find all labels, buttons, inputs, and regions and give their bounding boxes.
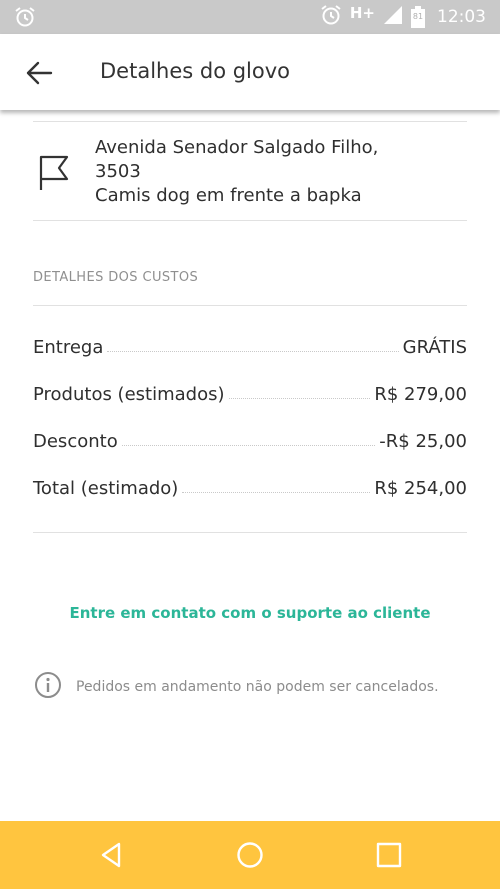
- notice-text: Pedidos em andamento não podem ser cance…: [76, 679, 439, 695]
- home-circle-icon[interactable]: [234, 839, 266, 871]
- cost-value: GRÁTIS: [402, 337, 467, 358]
- cancel-notice: Pedidos em andamento não podem ser cance…: [34, 671, 439, 703]
- divider: [33, 305, 467, 306]
- flag-icon: [38, 155, 70, 195]
- contact-support-link[interactable]: Entre em contato com o suporte ao client…: [0, 604, 500, 622]
- cost-value: -R$ 25,00: [379, 431, 467, 452]
- dot-leader: [121, 445, 376, 446]
- cost-label: Produtos (estimados): [33, 384, 225, 405]
- alarm-clock-icon: [14, 6, 36, 32]
- dot-leader: [182, 492, 371, 493]
- section-label-costs: DETALHES DOS CUSTOS: [33, 270, 199, 285]
- cost-label: Entrega: [33, 337, 104, 358]
- cost-row-total: Total (estimado) R$ 254,00: [33, 471, 467, 499]
- address-line-1: Avenida Senador Salgado Filho,: [95, 137, 379, 158]
- status-bar: H+ 81 12:03: [0, 0, 500, 34]
- dot-leader: [107, 351, 399, 352]
- address-text: Avenida Senador Salgado Filho, 3503 Cami…: [95, 136, 465, 208]
- app-bar: Detalhes do glovo: [0, 34, 500, 110]
- cost-value: R$ 254,00: [374, 478, 467, 499]
- signal-icon: [383, 5, 403, 30]
- page-title: Detalhes do glovo: [100, 59, 291, 83]
- address-line-2: 3503: [95, 161, 141, 182]
- divider: [33, 220, 467, 221]
- info-icon: [34, 671, 62, 703]
- status-icons: H+ 81 12:03: [320, 0, 486, 34]
- cost-label: Total (estimado): [33, 478, 179, 499]
- cost-row-discount: Desconto -R$ 25,00: [33, 424, 467, 452]
- dot-leader: [228, 398, 371, 399]
- battery-level: 81: [412, 12, 424, 21]
- cost-row-products: Produtos (estimados) R$ 279,00: [33, 377, 467, 405]
- cost-value: R$ 279,00: [374, 384, 467, 405]
- back-arrow-icon[interactable]: [24, 58, 54, 88]
- delivery-address: Avenida Senador Salgado Filho, 3503 Cami…: [0, 122, 500, 220]
- cost-label: Desconto: [33, 431, 118, 452]
- back-triangle-icon[interactable]: [95, 839, 127, 871]
- network-type: H+: [349, 4, 375, 22]
- cost-row-delivery: Entrega GRÁTIS: [33, 330, 467, 358]
- battery-icon: 81: [411, 6, 425, 28]
- divider: [33, 532, 467, 533]
- alarm-icon: [320, 4, 342, 31]
- address-line-3: Camis dog em frente a bapka: [95, 185, 362, 206]
- recents-square-icon[interactable]: [373, 839, 405, 871]
- clock: 12:03: [437, 7, 486, 27]
- navigation-bar: [0, 821, 500, 889]
